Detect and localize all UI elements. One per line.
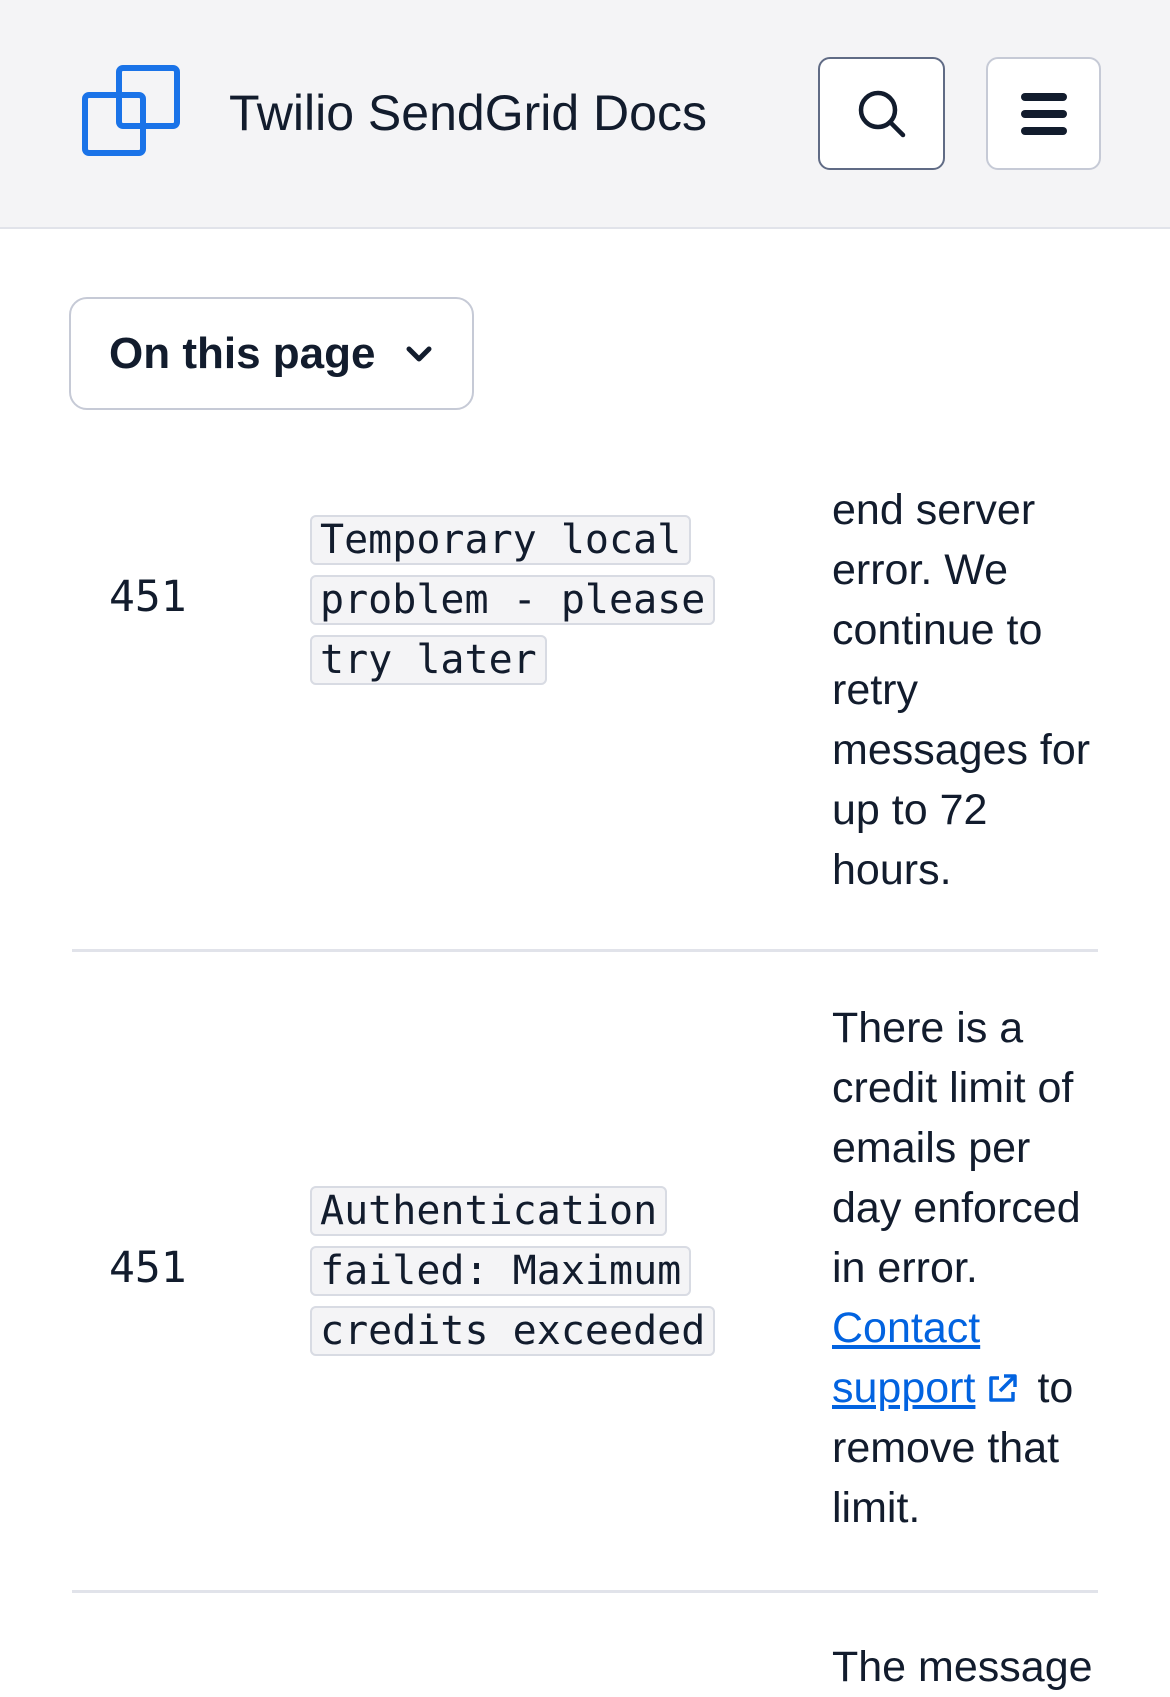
error-message-code: Authentication failed: Maximum credits e… xyxy=(310,1186,716,1356)
error-message: Temporary local problem - please try lat… xyxy=(310,510,738,690)
external-link-icon xyxy=(989,1374,1018,1402)
error-code: 451 xyxy=(109,1243,187,1293)
hamburger-menu-icon xyxy=(1020,92,1067,135)
row-divider xyxy=(72,1590,1098,1593)
row-divider xyxy=(72,949,1098,952)
search-button[interactable] xyxy=(818,57,945,170)
error-message: Authentication failed: Maximum credits e… xyxy=(310,1181,758,1361)
error-description: There is a credit limit of emails per da… xyxy=(832,998,1102,1538)
error-description: end server error. We continue to retry m… xyxy=(832,486,1091,894)
error-description: The message xyxy=(832,1643,1093,1691)
description-text: There is a credit limit of emails per da… xyxy=(832,1004,1081,1292)
contact-support-link[interactable]: Contact support xyxy=(832,1304,980,1412)
site-title[interactable]: Twilio SendGrid Docs xyxy=(229,80,707,146)
chevron-down-icon xyxy=(406,346,432,361)
error-message-code: Temporary local problem - please try lat… xyxy=(310,515,716,685)
menu-button[interactable] xyxy=(986,57,1101,170)
error-code: 451 xyxy=(109,572,187,622)
on-this-page-dropdown[interactable]: On this page xyxy=(69,297,474,410)
search-icon xyxy=(858,90,905,137)
on-this-page-label: On this page xyxy=(109,328,376,378)
sendgrid-logo-icon[interactable] xyxy=(82,64,182,162)
site-header: Twilio SendGrid Docs xyxy=(0,0,1170,229)
